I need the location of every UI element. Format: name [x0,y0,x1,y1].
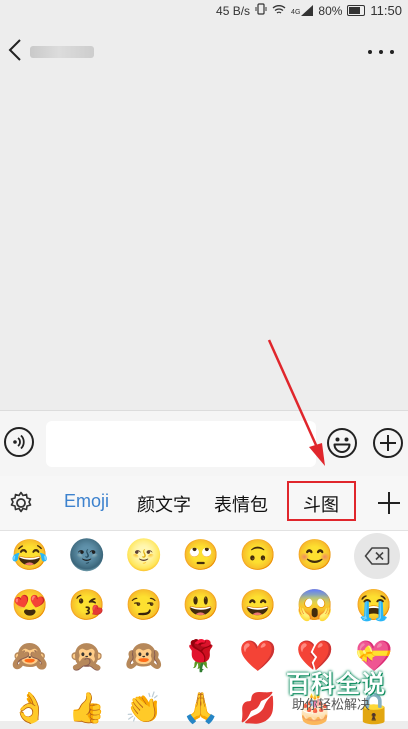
keyboard-settings-button[interactable] [8,490,34,516]
emoji-key[interactable]: 😱 [295,586,335,626]
emoji-key[interactable]: 👍 [67,689,107,729]
emoji-key[interactable]: 🙄 [181,536,221,576]
emoji-key[interactable]: 🙈 [10,637,50,677]
keyboard-tab-bar: Emoji 颜文字 表情包 斗图 [0,476,408,531]
tab-sticker-packs[interactable]: 表情包 [214,491,268,517]
voice-icon [13,434,25,450]
tab-emoji[interactable]: Emoji [64,491,109,512]
signal-label: 4G [291,9,301,16]
cellular-signal-icon: 4G [291,5,314,16]
chat-header [0,20,408,84]
emoji-key[interactable]: 🙉 [124,637,164,677]
watermark-logo: 百科全说 助你轻松解决 [286,664,402,718]
gear-icon [10,491,32,513]
delete-button[interactable] [354,533,400,579]
emoji-key[interactable]: 👏 [124,689,164,729]
emoji-key[interactable]: 💋 [238,689,278,729]
emoji-key[interactable]: 😄 [238,586,278,626]
chat-title-redacted [30,46,94,58]
emoji-key[interactable]: 😘 [67,586,107,626]
battery-level: 80% [318,3,343,18]
watermark-subtitle: 助你轻松解决 [292,697,371,712]
add-sticker-button[interactable] [376,490,402,516]
voice-input-button[interactable] [4,427,34,457]
emoji-key[interactable]: 🙃 [238,536,278,576]
status-right: 45 B/s 4G 80% 11:50 [216,3,402,18]
emoji-key[interactable]: 😂 [10,536,50,576]
ellipsis-icon [368,50,372,54]
emoji-key[interactable]: ❤️ [238,637,278,677]
emoji-key[interactable]: 😏 [124,586,164,626]
smiley-icon [327,428,357,458]
tab-doutu[interactable]: 斗图 [303,491,339,517]
net-speed: 45 B/s [216,3,251,18]
emoji-key[interactable]: 🙊 [67,637,107,677]
battery-icon [347,5,366,16]
emoji-key[interactable]: 😃 [181,586,221,626]
message-input[interactable] [46,421,316,467]
wifi-icon [272,4,286,18]
emoji-key[interactable]: 🙏 [181,689,221,729]
message-list[interactable] [0,84,408,410]
emoji-key[interactable]: 🌹 [181,637,221,677]
vibrate-icon [255,3,267,18]
emoji-button[interactable] [326,427,358,459]
more-options-button[interactable] [368,42,394,62]
emoji-key[interactable]: 😍 [10,586,50,626]
emoji-key[interactable]: 👌 [10,689,50,729]
emoji-key[interactable]: 🌚 [67,536,107,576]
clock: 11:50 [370,3,402,18]
emoji-key[interactable]: 🌝 [124,536,164,576]
back-button[interactable] [6,34,30,66]
tab-kaomoji[interactable]: 颜文字 [137,491,191,517]
plus-icon [378,492,400,514]
status-bar: 45 B/s 4G 80% 11:50 [0,0,408,20]
more-functions-button[interactable] [372,427,404,459]
circle-plus-icon [373,428,403,458]
input-bar [0,410,408,477]
backspace-icon [364,547,390,565]
chevron-left-icon [8,39,21,61]
emoji-key[interactable]: 😊 [295,536,335,576]
emoji-key[interactable]: 😭 [354,586,394,626]
